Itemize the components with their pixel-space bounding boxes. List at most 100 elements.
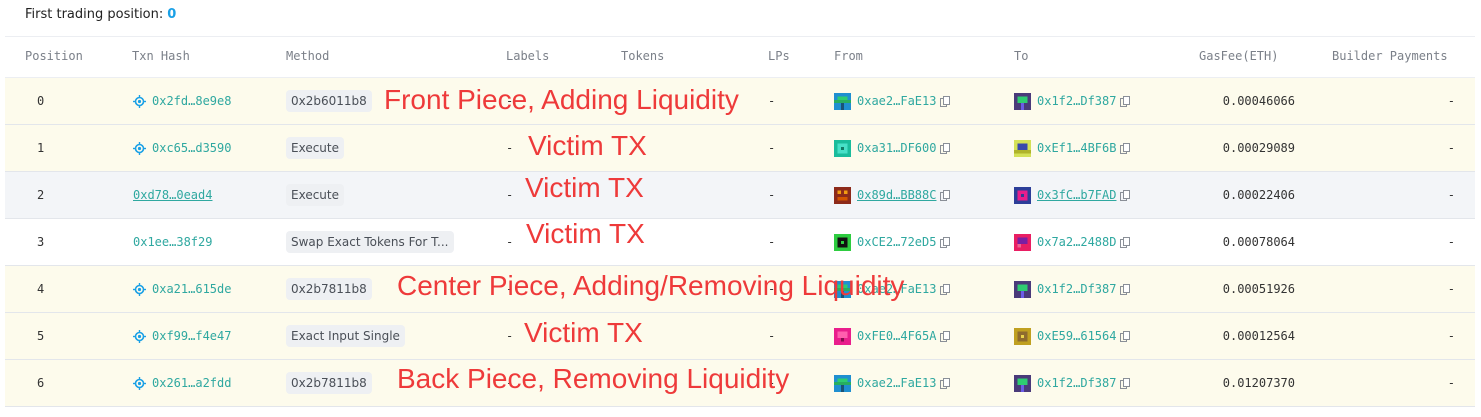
- col-to: To: [1014, 49, 1029, 63]
- avatar-icon: [834, 92, 851, 110]
- col-from: From: [834, 49, 863, 63]
- to-address[interactable]: 0x7a2…2488D: [1014, 219, 1131, 265]
- from-address[interactable]: 0xFE0…4F65A: [834, 313, 951, 359]
- builder-payment-cell: -: [1447, 235, 1455, 249]
- col-position: Position: [25, 49, 83, 63]
- col-tokens: Tokens: [621, 49, 665, 63]
- copy-icon[interactable]: [940, 330, 951, 342]
- to-address-text: 0x1f2…Df387: [1037, 94, 1117, 108]
- builder-payment-cell: -: [1447, 188, 1455, 202]
- method-badge: Execute: [286, 184, 344, 206]
- from-address[interactable]: 0xae2…FaE13: [834, 266, 951, 312]
- row-position: 1: [37, 141, 45, 155]
- method-cell: 0x2b7811b8: [286, 360, 372, 406]
- lps-cell: -: [768, 376, 776, 390]
- method-badge: 0x2b7811b8: [286, 372, 372, 394]
- target-icon: [133, 94, 146, 108]
- labels-cell: -: [506, 235, 514, 249]
- avatar-icon: [1014, 139, 1031, 157]
- copy-icon[interactable]: [1120, 236, 1131, 248]
- labels-cell: -: [506, 329, 514, 343]
- gas-fee-cell: 0.00029089: [1222, 141, 1295, 155]
- from-address-text: 0xCE2…72eD5: [857, 235, 937, 249]
- txn-hash-link[interactable]: 0x2fd…8e9e8: [133, 78, 231, 124]
- from-address[interactable]: 0xae2…FaE13: [834, 78, 951, 124]
- method-badge: Swap Exact Tokens For T...: [286, 231, 454, 253]
- method-cell: 0x2b6011b8: [286, 78, 372, 124]
- copy-icon[interactable]: [940, 142, 951, 154]
- method-badge: 0x2b6011b8: [286, 90, 372, 112]
- table-row: 2 0xd78…0ead4 Execute - - 0x89d…BB88C 0x…: [5, 172, 1475, 219]
- lps-cell: -: [768, 282, 776, 296]
- method-cell: Exact Input Single: [286, 313, 405, 359]
- to-address[interactable]: 0x1f2…Df387: [1014, 78, 1131, 124]
- from-address[interactable]: 0xa31…DF600: [834, 125, 951, 171]
- txn-hash-link[interactable]: 0x261…a2fdd: [133, 360, 231, 406]
- copy-icon[interactable]: [940, 95, 951, 107]
- txn-hash-link[interactable]: 0xc65…d3590: [133, 125, 231, 171]
- col-lps: LPs: [768, 49, 790, 63]
- builder-payment-cell: -: [1447, 329, 1455, 343]
- builder-payment-cell: -: [1447, 376, 1455, 390]
- row-position: 0: [37, 94, 45, 108]
- txn-hash-link[interactable]: 0xd78…0ead4: [133, 172, 212, 218]
- to-address-text: 0xE59…61564: [1037, 329, 1117, 343]
- copy-icon[interactable]: [1120, 95, 1131, 107]
- copy-icon[interactable]: [1120, 142, 1131, 154]
- lps-cell: -: [768, 188, 776, 202]
- lps-cell: -: [768, 141, 776, 155]
- txn-hash-text: 0xd78…0ead4: [133, 188, 213, 202]
- to-address-text: 0x1f2…Df387: [1037, 376, 1117, 390]
- table-header: Position Txn Hash Method Labels Tokens L…: [5, 37, 1475, 78]
- copy-icon[interactable]: [1120, 283, 1131, 295]
- gas-fee-cell: 0.01207370: [1222, 376, 1295, 390]
- avatar-icon: [834, 186, 851, 204]
- to-address[interactable]: 0xE59…61564: [1014, 313, 1131, 359]
- copy-icon[interactable]: [940, 377, 951, 389]
- labels-cell: -: [506, 282, 514, 296]
- lps-cell: -: [768, 329, 776, 343]
- gas-fee-cell: 0.00022406: [1222, 188, 1295, 202]
- gas-fee-cell: 0.00046066: [1222, 94, 1295, 108]
- first-trading-position-value: 0: [167, 7, 177, 22]
- method-cell: Execute: [286, 172, 344, 218]
- method-badge: Exact Input Single: [286, 325, 405, 347]
- table-row: 5 0xf99…f4e47 Exact Input Single - - 0xF…: [5, 313, 1475, 360]
- txn-hash-text: 0xc65…d3590: [152, 141, 232, 155]
- from-address-text: 0xae2…FaE13: [857, 376, 937, 390]
- labels-cell: -: [506, 141, 514, 155]
- builder-payment-cell: -: [1447, 141, 1455, 155]
- row-position: 4: [37, 282, 45, 296]
- to-address[interactable]: 0x1f2…Df387: [1014, 360, 1131, 406]
- to-address-text: 0x3fC…b7FAD: [1037, 188, 1117, 202]
- from-address[interactable]: 0xCE2…72eD5: [834, 219, 951, 265]
- to-address[interactable]: 0xEf1…4BF6B: [1014, 125, 1131, 171]
- from-address-text: 0x89d…BB88C: [857, 188, 937, 202]
- builder-payment-cell: -: [1447, 94, 1455, 108]
- to-address[interactable]: 0x1f2…Df387: [1014, 266, 1131, 312]
- avatar-icon: [1014, 280, 1031, 298]
- txn-hash-link[interactable]: 0x1ee…38f29: [133, 219, 212, 265]
- gas-fee-cell: 0.00078064: [1222, 235, 1295, 249]
- from-address-text: 0xa31…DF600: [857, 141, 937, 155]
- copy-icon[interactable]: [1120, 330, 1131, 342]
- col-labels: Labels: [506, 49, 550, 63]
- copy-icon[interactable]: [940, 236, 951, 248]
- copy-icon[interactable]: [1120, 189, 1131, 201]
- target-icon: [133, 329, 146, 343]
- col-method: Method: [286, 49, 330, 63]
- to-address[interactable]: 0x3fC…b7FAD: [1014, 172, 1131, 218]
- from-address[interactable]: 0xae2…FaE13: [834, 360, 951, 406]
- copy-icon[interactable]: [940, 189, 951, 201]
- avatar-icon: [834, 280, 851, 298]
- copy-icon[interactable]: [940, 283, 951, 295]
- from-address[interactable]: 0x89d…BB88C: [834, 172, 951, 218]
- method-cell: Swap Exact Tokens For T...: [286, 219, 454, 265]
- from-address-text: 0xae2…FaE13: [857, 94, 937, 108]
- txn-hash-link[interactable]: 0xf99…f4e47: [133, 313, 231, 359]
- avatar-icon: [834, 233, 851, 251]
- txn-hash-link[interactable]: 0xa21…615de: [133, 266, 231, 312]
- labels-cell: -: [506, 376, 514, 390]
- row-position: 5: [37, 329, 45, 343]
- copy-icon[interactable]: [1120, 377, 1131, 389]
